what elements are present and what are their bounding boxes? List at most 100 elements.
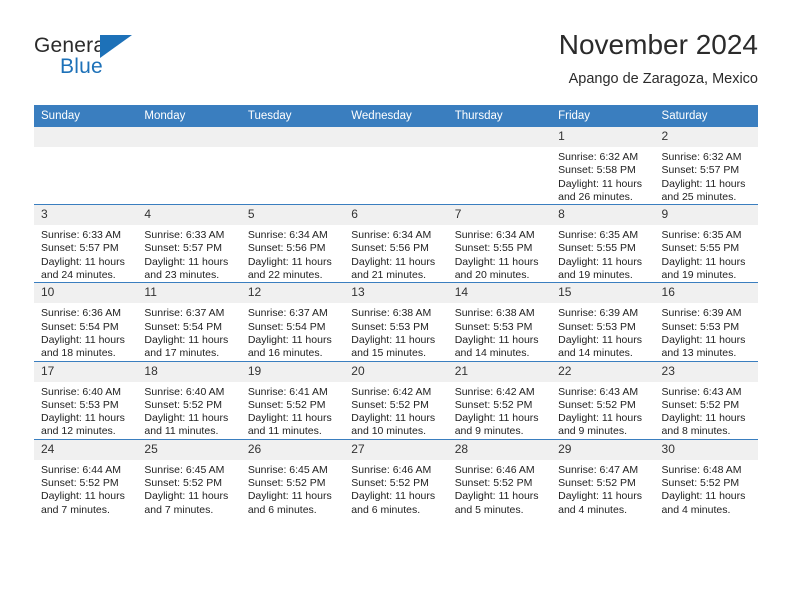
day-detail-line: Sunrise: 6:36 AM — [41, 307, 121, 320]
calendar-day-cell[interactable]: 25 Sunrise: 6:45 AM Sunset: 5:52 PM Dayligh… — [137, 438, 241, 517]
day-detail-line: and 15 minutes. — [351, 347, 426, 360]
day-details: Sunrise: 6:43 AM Sunset: 5:52 PM Daylight:… — [655, 382, 758, 439]
calendar-week-row: 1 Sunrise: 6:32 AM Sunset: 5:58 PM Daylight… — [34, 127, 758, 205]
weekday-header-thursday: Thursday — [447, 105, 552, 127]
calendar-day-cell[interactable]: 27 Sunrise: 6:46 AM Sunset: 5:52 PM Dayligh… — [344, 438, 448, 517]
calendar-day-cell[interactable]: 22 Sunrise: 6:43 AM Sunset: 5:52 PM Dayligh… — [551, 360, 655, 440]
day-detail-line: Daylight: 11 hours — [454, 412, 539, 425]
day-detail-line: and 9 minutes. — [558, 425, 627, 438]
day-details: Sunrise: 6:33 AM Sunset: 5:57 PM Daylight:… — [34, 225, 137, 282]
day-detail-line: Sunset: 5:54 PM — [144, 320, 223, 333]
day-details: Sunrise: 6:34 AM Sunset: 5:55 PM Daylight:… — [448, 225, 551, 282]
day-number: 17 — [34, 361, 138, 382]
calendar-day-cell[interactable]: 29 Sunrise: 6:47 AM Sunset: 5:52 PM Dayligh… — [551, 438, 655, 517]
day-detail-line: Sunset: 5:52 PM — [351, 398, 429, 411]
calendar-page: General Blue November 2024 Apango de Zar… — [0, 0, 792, 612]
day-detail-line: Daylight: 11 hours — [247, 255, 332, 268]
calendar-day-cell[interactable]: 23 Sunrise: 6:43 AM Sunset: 5:52 PM Dayligh… — [654, 360, 758, 440]
day-detail-line: Sunset: 5:52 PM — [247, 398, 326, 411]
day-detail-line: Sunrise: 6:32 AM — [661, 151, 742, 163]
day-detail-line: and 16 minutes. — [247, 347, 323, 360]
day-detail-line: Sunset: 5:55 PM — [454, 242, 533, 255]
day-detail-line: Sunrise: 6:39 AM — [661, 307, 742, 320]
day-details: Sunrise: 6:42 AM Sunset: 5:52 PM Daylight:… — [344, 382, 447, 439]
calendar-day-cell[interactable]: 5 Sunrise: 6:34 AM Sunset: 5:56 PM Daylight… — [240, 204, 345, 283]
day-detail-line: Sunset: 5:53 PM — [454, 320, 533, 333]
day-detail-line: Sunset: 5:52 PM — [247, 477, 326, 490]
calendar-day-cell[interactable]: 10 Sunrise: 6:36 AM Sunset: 5:54 PM Dayligh… — [34, 282, 138, 362]
day-details: Sunrise: 6:35 AM Sunset: 5:55 PM Daylight:… — [655, 225, 758, 282]
day-detail-line: Daylight: 11 hours — [41, 255, 125, 268]
calendar-day-cell[interactable]: 17 Sunrise: 6:40 AM Sunset: 5:53 PM Dayligh… — [34, 360, 138, 440]
day-detail-line: Sunrise: 6:33 AM — [144, 229, 225, 242]
day-detail-line: and 6 minutes. — [351, 503, 421, 516]
calendar-day-cell[interactable]: 9 Sunrise: 6:35 AM Sunset: 5:55 PM Daylight… — [654, 204, 758, 283]
day-number: 19 — [240, 361, 345, 382]
weekday-header-saturday: Saturday — [654, 105, 758, 127]
general-blue-logo[interactable]: General Blue — [34, 34, 214, 90]
day-detail-line: and 14 minutes. — [454, 347, 530, 360]
calendar-day-cell[interactable]: 19 Sunrise: 6:41 AM Sunset: 5:52 PM Dayligh… — [240, 360, 345, 440]
calendar-day-cell[interactable]: 21 Sunrise: 6:42 AM Sunset: 5:52 PM Dayligh… — [447, 360, 552, 440]
calendar-day-cell[interactable]: 6 Sunrise: 6:34 AM Sunset: 5:56 PM Daylight… — [344, 204, 448, 283]
day-details: Sunrise: 6:44 AM Sunset: 5:52 PM Daylight:… — [34, 460, 137, 517]
day-details: Sunrise: 6:37 AM Sunset: 5:54 PM Daylight:… — [241, 303, 344, 360]
day-number: 30 — [654, 439, 758, 460]
calendar-day-cell[interactable]: 11 Sunrise: 6:37 AM Sunset: 5:54 PM Dayligh… — [137, 282, 241, 362]
calendar-day-cell[interactable]: 1 Sunrise: 6:32 AM Sunset: 5:58 PM Daylight… — [551, 127, 655, 205]
calendar-day-cell[interactable]: 12 Sunrise: 6:37 AM Sunset: 5:54 PM Dayligh… — [240, 282, 345, 362]
day-detail-line: Daylight: 11 hours — [351, 333, 436, 346]
day-number: 16 — [654, 283, 758, 304]
day-detail-line: Sunset: 5:58 PM — [558, 164, 636, 177]
day-number: 23 — [654, 361, 758, 382]
calendar-day-cell[interactable]: 20 Sunrise: 6:42 AM Sunset: 5:52 PM Dayligh… — [344, 360, 448, 440]
day-detail-line: Daylight: 11 hours — [144, 490, 229, 503]
day-number: 20 — [344, 361, 448, 382]
day-detail-line: Sunrise: 6:34 AM — [247, 229, 328, 242]
calendar-day-cell-empty — [137, 127, 241, 205]
calendar-day-cell[interactable]: 2 Sunrise: 6:32 AM Sunset: 5:57 PM Daylight… — [654, 127, 758, 205]
day-details: Sunrise: 6:36 AM Sunset: 5:54 PM Daylight:… — [34, 303, 137, 360]
day-number: 22 — [551, 361, 655, 382]
calendar-day-cell[interactable]: 28 Sunrise: 6:46 AM Sunset: 5:52 PM Dayligh… — [447, 438, 552, 517]
calendar-day-cell[interactable]: 3 Sunrise: 6:33 AM Sunset: 5:57 PM Daylight… — [34, 204, 138, 283]
calendar-week-row: 24 Sunrise: 6:44 AM Sunset: 5:52 PM Dayligh… — [34, 438, 758, 517]
day-detail-line: and 17 minutes. — [144, 347, 220, 360]
day-detail-line: Sunset: 5:53 PM — [558, 320, 636, 333]
blue-triangle-logo-icon — [100, 35, 132, 58]
calendar-day-cell[interactable]: 18 Sunrise: 6:40 AM Sunset: 5:52 PM Dayligh… — [137, 360, 241, 440]
day-detail-line: and 21 minutes. — [351, 269, 426, 282]
day-number: 24 — [34, 439, 138, 460]
day-detail-line: Daylight: 11 hours — [351, 255, 436, 268]
calendar-day-cell[interactable]: 26 Sunrise: 6:45 AM Sunset: 5:52 PM Dayligh… — [240, 438, 345, 517]
day-number: 14 — [447, 283, 552, 304]
day-detail-line: Sunset: 5:53 PM — [41, 398, 119, 411]
day-number: 9 — [654, 205, 758, 226]
day-detail-line: Sunrise: 6:43 AM — [661, 385, 742, 398]
day-number — [447, 127, 552, 147]
calendar-day-cell[interactable]: 8 Sunrise: 6:35 AM Sunset: 5:55 PM Daylight… — [551, 204, 655, 283]
calendar-week-row: 10 Sunrise: 6:36 AM Sunset: 5:54 PM Dayligh… — [34, 282, 758, 362]
day-number: 8 — [551, 205, 655, 226]
day-details: Sunrise: 6:43 AM Sunset: 5:52 PM Daylight:… — [551, 382, 654, 439]
calendar-day-cell[interactable]: 15 Sunrise: 6:39 AM Sunset: 5:53 PM Dayligh… — [551, 282, 655, 362]
day-number: 11 — [137, 283, 241, 304]
day-number: 13 — [344, 283, 448, 304]
day-number: 27 — [344, 439, 448, 460]
calendar-day-cell[interactable]: 30 Sunrise: 6:48 AM Sunset: 5:52 PM Dayligh… — [654, 438, 758, 517]
day-details: Sunrise: 6:38 AM Sunset: 5:53 PM Daylight:… — [344, 303, 447, 360]
day-detail-line: and 13 minutes. — [661, 347, 737, 360]
day-detail-line: Sunrise: 6:33 AM — [41, 229, 121, 242]
calendar-day-cell[interactable]: 16 Sunrise: 6:39 AM Sunset: 5:53 PM Dayligh… — [654, 282, 758, 362]
calendar-day-cell[interactable]: 14 Sunrise: 6:38 AM Sunset: 5:53 PM Dayligh… — [447, 282, 552, 362]
day-detail-line: and 12 minutes. — [41, 425, 116, 438]
day-detail-line: Sunrise: 6:32 AM — [558, 151, 639, 163]
calendar-day-cell[interactable]: 4 Sunrise: 6:33 AM Sunset: 5:57 PM Daylight… — [137, 204, 241, 283]
day-detail-line: and 19 minutes. — [558, 269, 633, 282]
day-details: Sunrise: 6:38 AM Sunset: 5:53 PM Daylight:… — [448, 303, 551, 360]
calendar-day-cell[interactable]: 7 Sunrise: 6:34 AM Sunset: 5:55 PM Daylight… — [447, 204, 552, 283]
calendar-day-cell[interactable]: 13 Sunrise: 6:38 AM Sunset: 5:53 PM Dayligh… — [344, 282, 448, 362]
day-number: 15 — [551, 283, 655, 304]
day-detail-line: and 4 minutes. — [661, 503, 731, 516]
calendar-day-cell[interactable]: 24 Sunrise: 6:44 AM Sunset: 5:52 PM Dayligh… — [34, 438, 138, 517]
